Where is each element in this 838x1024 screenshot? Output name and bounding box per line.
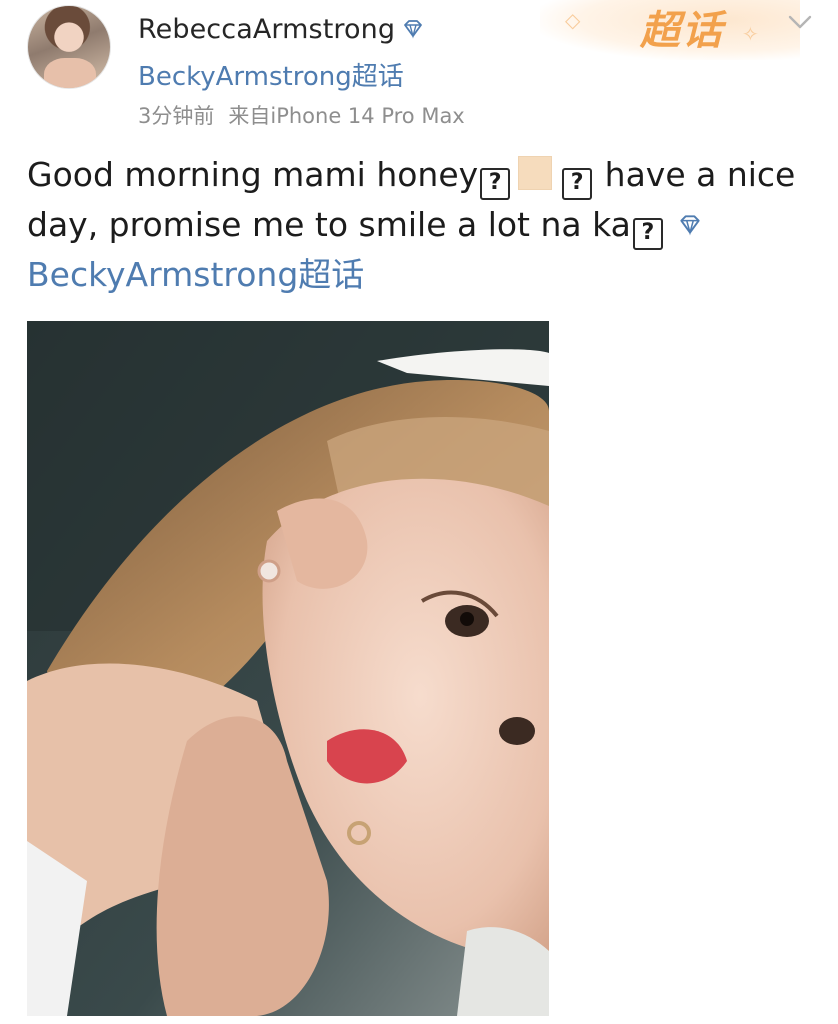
selfie-illustration: [27, 321, 549, 1016]
post-source: 来自iPhone 14 Pro Max: [228, 104, 465, 128]
badge-sparkle-icon: ✧: [742, 22, 759, 46]
verified-diamond-icon: [680, 215, 700, 236]
verified-diamond-icon: [404, 20, 422, 39]
supertopic-badge[interactable]: 超话: [640, 0, 724, 56]
avatar-figure: [44, 58, 96, 88]
supertopic-link[interactable]: BeckyArmstrong超话: [138, 56, 404, 93]
unsupported-emoji-box: ?: [632, 218, 663, 250]
post-time: 3分钟前: [138, 104, 215, 128]
post-text-part1: Good morning mami honey: [27, 155, 479, 194]
post-header: ◇ ✧ 超话 RebeccaArmstrong BeckyArmstrong超话…: [0, 0, 838, 140]
chevron-down-icon[interactable]: [786, 12, 814, 32]
badge-sparkle-icon: ◇: [565, 8, 581, 32]
topic-link[interactable]: BeckyArmstrong超话: [27, 255, 364, 294]
unsupported-emoji-box: ?: [562, 168, 593, 200]
post-meta: 3分钟前 来自iPhone 14 Pro Max: [138, 100, 465, 130]
emoji-skin-tone-swatch: [518, 156, 553, 190]
avatar[interactable]: [27, 5, 111, 89]
unsupported-emoji-box: ?: [480, 168, 511, 200]
post-photo[interactable]: [27, 321, 549, 1016]
post-text: Good morning mami honey?? have a nice da…: [27, 150, 817, 299]
author-row: RebeccaArmstrong: [138, 12, 425, 46]
author-name[interactable]: RebeccaArmstrong: [138, 14, 395, 45]
